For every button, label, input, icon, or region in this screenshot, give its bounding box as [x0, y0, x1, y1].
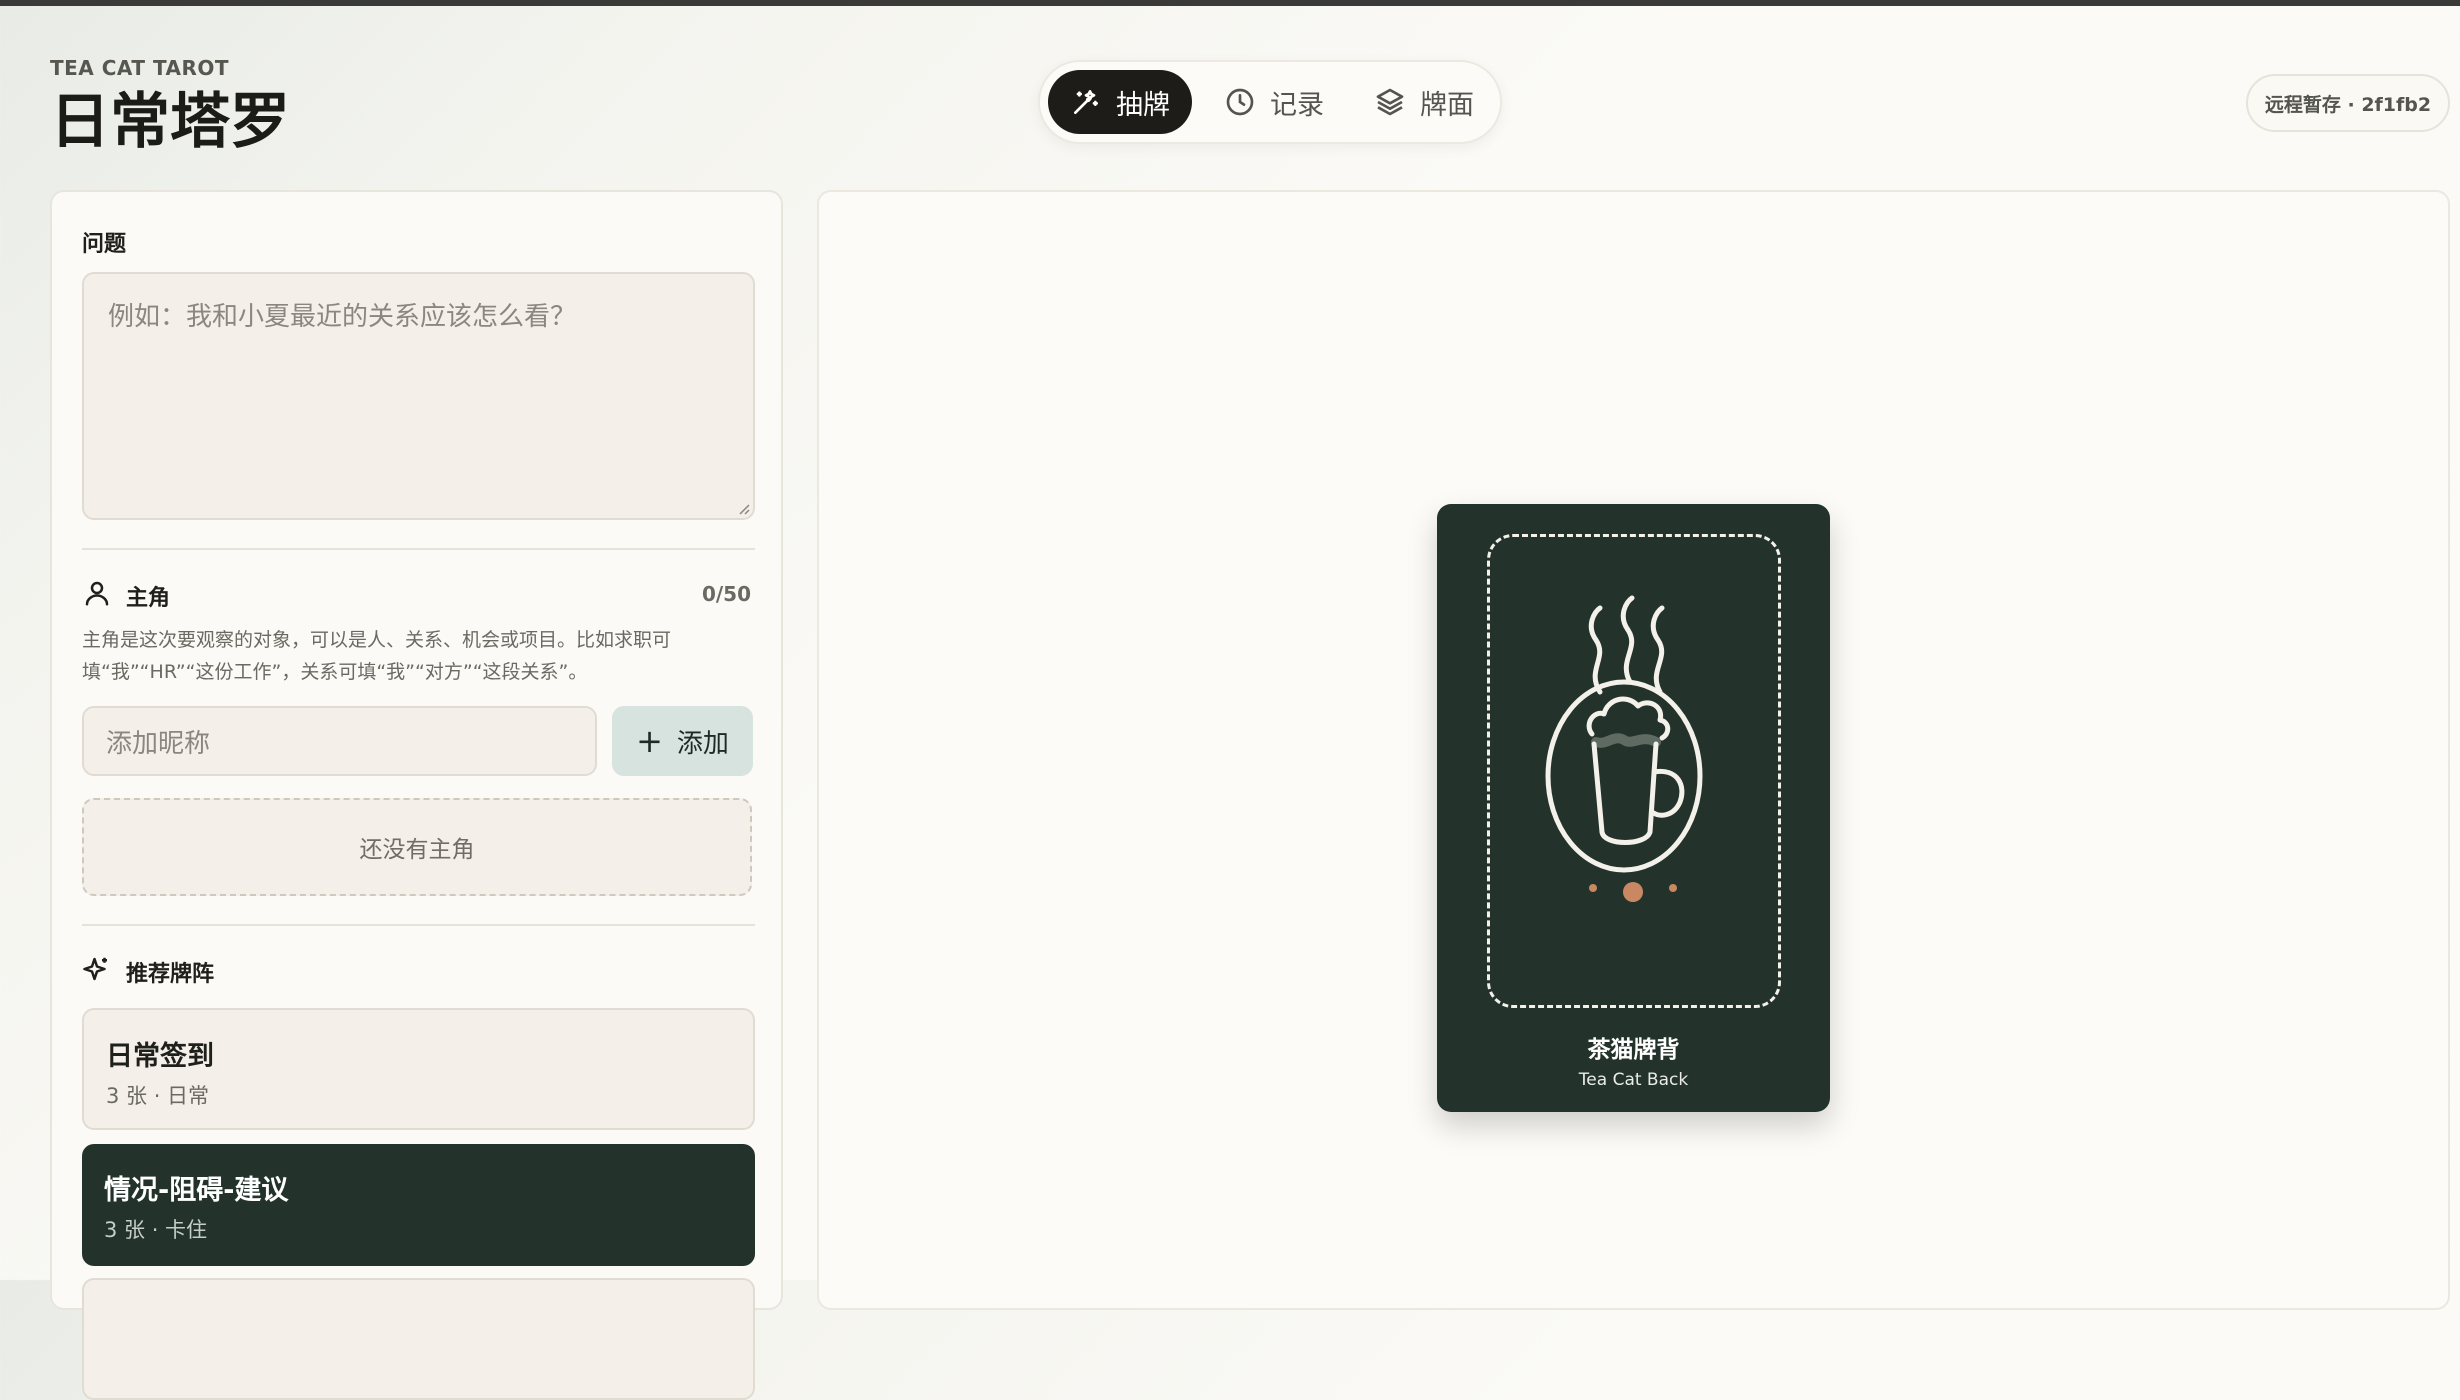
tab-card-face[interactable]: 牌面	[1370, 70, 1490, 134]
spreads-label: 推荐牌阵	[126, 962, 215, 987]
tab-history-label: 记录	[1270, 89, 1324, 121]
spread-meta: 3 张 · 卡住	[104, 1218, 208, 1242]
nickname-placeholder: 添加昵称	[106, 728, 211, 759]
question-placeholder: 例如：我和小夏最近的关系应该怎么看？	[108, 302, 577, 332]
tarot-card-back[interactable]: 茶猫牌背 Tea Cat Back	[1437, 504, 1830, 1112]
magic-wand-icon	[1074, 90, 1098, 114]
tab-history[interactable]: 记录	[1220, 70, 1340, 134]
tab-card-face-label: 牌面	[1420, 89, 1474, 121]
nickname-input[interactable]: 添加昵称	[82, 706, 597, 776]
tab-draw-label: 抽牌	[1116, 89, 1170, 121]
question-label: 问题	[82, 232, 127, 257]
divider	[82, 548, 755, 550]
clock-icon	[1226, 88, 1254, 116]
layers-icon	[1376, 88, 1404, 116]
tab-draw[interactable]: 抽牌	[1048, 70, 1192, 134]
remote-status-badge[interactable]: 远程暂存 · 2f1fb2	[2246, 74, 2450, 132]
add-button-label: 添加	[676, 728, 729, 759]
brand-label: TEA CAT TAROT	[50, 56, 230, 80]
add-protagonist-button[interactable]: + 添加	[612, 706, 753, 776]
person-icon	[85, 581, 109, 606]
window-top-bar	[0, 0, 2460, 6]
spread-item-daily-checkin[interactable]: 日常签到 3 张 · 日常	[82, 1008, 755, 1130]
protagonist-empty-state: 还没有主角	[82, 798, 752, 896]
sparkle-icon	[83, 957, 107, 981]
spread-meta: 3 张 · 日常	[106, 1084, 210, 1108]
tea-cat-cup-icon	[1545, 595, 1703, 873]
spread-item-next[interactable]	[82, 1278, 755, 1400]
divider	[82, 924, 755, 926]
card-subtitle: Tea Cat Back	[1578, 1070, 1689, 1090]
question-input[interactable]: 例如：我和小夏最近的关系应该怎么看？	[82, 272, 755, 520]
spread-name: 日常签到	[106, 1041, 214, 1072]
protagonist-count: 0/50	[701, 582, 751, 606]
main-nav: 抽牌 记录 牌面	[1038, 60, 1502, 144]
resize-grip-icon[interactable]	[736, 501, 750, 515]
left-panel: 问题 例如：我和小夏最近的关系应该怎么看？ 主角 0/50 主角是这次要观察的对…	[50, 190, 783, 1400]
card-title: 茶猫牌背	[1587, 1037, 1680, 1063]
spread-item-situation-obstacle-advice[interactable]: 情况-阻碍-建议 3 张 · 卡住	[82, 1144, 755, 1266]
spread-name: 情况-阻碍-建议	[104, 1175, 289, 1206]
protagonist-description: 主角是这次要观察的对象，可以是人、关系、机会或项目。比如求职可填“我”“HR”“…	[82, 629, 672, 683]
plus-icon: +	[636, 722, 663, 760]
page-title: 日常塔罗	[50, 87, 290, 157]
protagonist-label: 主角	[126, 586, 171, 611]
card-dots-ornament	[1589, 882, 1677, 902]
